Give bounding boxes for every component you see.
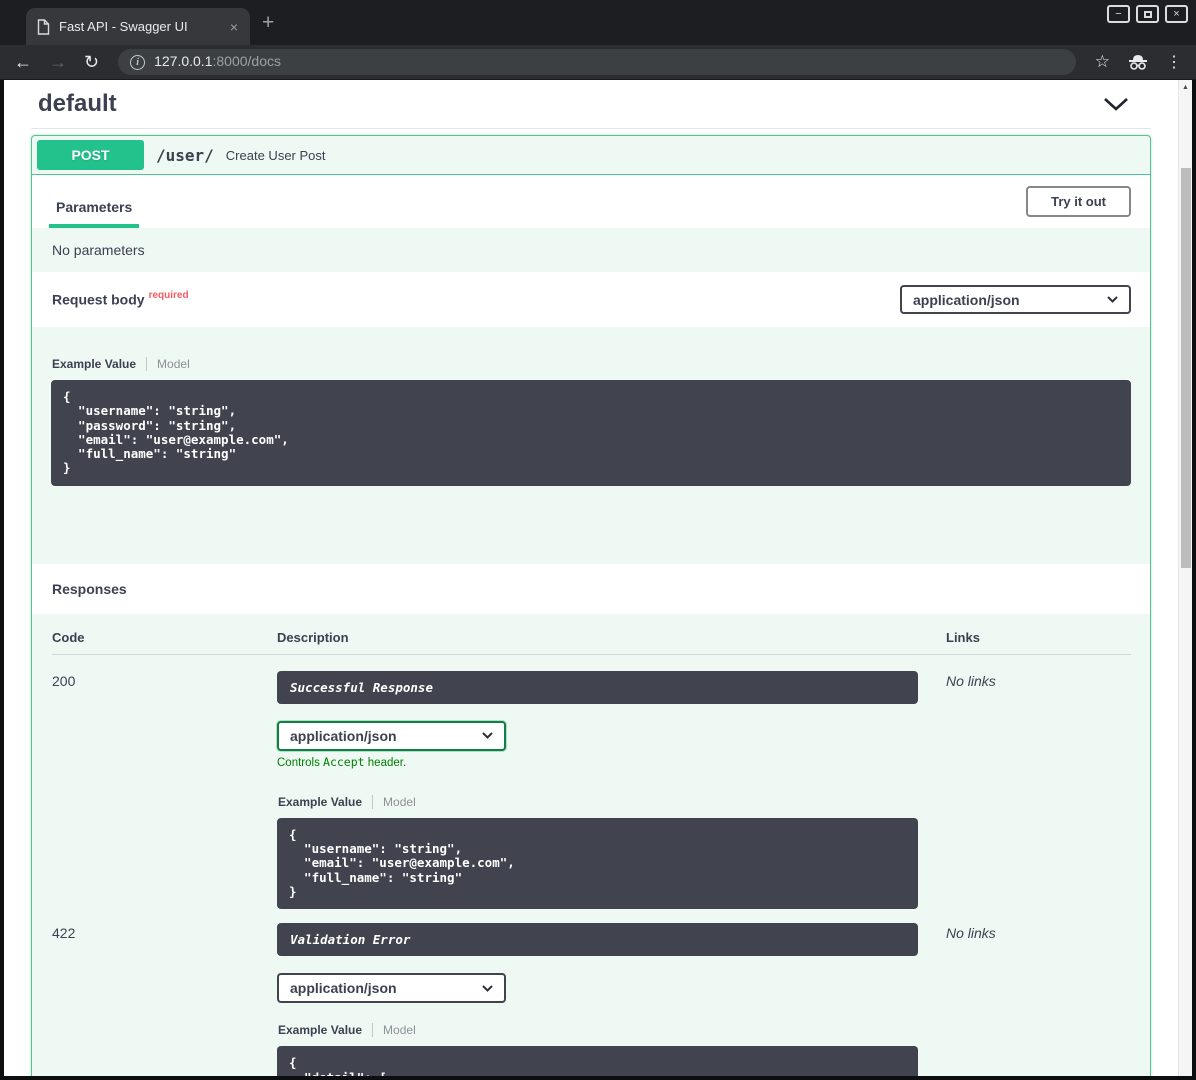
column-header-code: Code — [52, 630, 277, 654]
try-it-out-button[interactable]: Try it out — [1026, 186, 1131, 217]
tab-model[interactable]: Model — [373, 795, 416, 809]
collapse-chevron-icon[interactable] — [1103, 97, 1129, 111]
kebab-menu-icon[interactable]: ⋮ — [1166, 52, 1182, 72]
response-422-example-json: { "detail": [ — [277, 1046, 918, 1076]
response-422-media-type-select[interactable]: application/json — [277, 973, 506, 1003]
method-badge: POST — [37, 140, 144, 170]
window-controls: − × — [1107, 5, 1188, 23]
scrollbar-up-arrow-icon[interactable]: ▲ — [1179, 80, 1192, 95]
tab-example-value[interactable]: Example Value — [52, 357, 147, 371]
scrollbar[interactable]: ▲ — [1178, 80, 1192, 1076]
column-header-links: Links — [946, 630, 1131, 654]
browser-window: Fast API - Swagger UI × + − × ← → ↻ i 12… — [0, 0, 1196, 1080]
operation-path: /user/ — [156, 146, 214, 165]
example-tabs: Example Value Model — [278, 1023, 918, 1037]
tab-example-value[interactable]: Example Value — [278, 1023, 373, 1037]
response-code-200: 200 — [52, 671, 277, 909]
controls-accept-note: Controls Accept header. — [277, 755, 918, 769]
request-body-title: Request body — [52, 291, 145, 307]
section-title: default — [38, 90, 117, 118]
response-200-media-type-value: application/json — [290, 728, 397, 744]
url-host: 127.0.0.1 — [154, 53, 212, 69]
back-arrow-icon[interactable]: ← — [14, 53, 32, 71]
response-200-description: Successful Response — [277, 671, 918, 704]
column-header-description: Description — [277, 630, 946, 654]
parameters-header: Parameters Try it out — [32, 175, 1150, 228]
browser-tab[interactable]: Fast API - Swagger UI × — [26, 8, 250, 45]
browser-toolbar: ← → ↻ i 127.0.0.1:8000/docs ☆ ⋮ — [0, 45, 1196, 80]
request-media-type-select[interactable]: application/json — [900, 285, 1131, 314]
section-divider — [31, 128, 1151, 129]
tag-section-header[interactable]: default — [31, 86, 1151, 118]
chevron-down-icon — [482, 732, 493, 739]
bookmark-star-icon[interactable]: ☆ — [1095, 52, 1110, 72]
request-example-json: { "username": "string", "password": "str… — [51, 380, 1131, 486]
forward-arrow-icon[interactable]: → — [49, 53, 67, 71]
response-422-media-type-value: application/json — [290, 980, 397, 996]
example-tabs: Example Value Model — [278, 795, 918, 809]
example-tabs: Example Value Model — [52, 357, 1131, 371]
document-favicon-icon — [36, 19, 50, 35]
responses-table: Code Description Links 200 Successful Re… — [32, 614, 1150, 1076]
table-divider — [52, 654, 1131, 655]
incognito-icon — [1127, 54, 1149, 70]
request-media-type-value: application/json — [913, 292, 1020, 308]
operation-summary: Create User Post — [226, 148, 326, 163]
swagger-page: default POST /user/ Create User Post Par — [4, 80, 1178, 1076]
response-200-links: No links — [946, 671, 1131, 909]
request-example-area: Example Value Model { "username": "strin… — [32, 327, 1150, 564]
response-200-media-type-select[interactable]: application/json — [277, 721, 506, 751]
required-badge: required — [149, 290, 189, 301]
tab-model[interactable]: Model — [147, 357, 190, 371]
chevron-down-icon — [482, 985, 493, 992]
tab-example-value[interactable]: Example Value — [278, 795, 373, 809]
close-button[interactable]: × — [1165, 5, 1188, 23]
reload-icon[interactable]: ↻ — [84, 53, 99, 71]
url-path: :8000/docs — [212, 53, 281, 69]
minimize-button[interactable]: − — [1107, 5, 1130, 23]
responses-title: Responses — [32, 564, 1150, 614]
new-tab-button[interactable]: + — [262, 11, 274, 35]
titlebar: Fast API - Swagger UI × + − × — [0, 0, 1196, 45]
tab-parameters[interactable]: Parameters — [49, 187, 139, 228]
opblock-summary[interactable]: POST /user/ Create User Post — [32, 136, 1150, 175]
request-body-row: Request body required application/json — [32, 272, 1150, 327]
response-422-links: No links — [946, 923, 1131, 1076]
response-422-description-cell: Validation Error application/json — [277, 923, 946, 1076]
opblock-post-user: POST /user/ Create User Post Parameters … — [31, 135, 1151, 1076]
page-info-icon[interactable]: i — [130, 55, 145, 70]
page-viewport: ▲ default POST /user/ Create User Pos — [4, 80, 1192, 1076]
chevron-down-icon — [1107, 296, 1118, 303]
response-422-description: Validation Error — [277, 923, 918, 956]
response-200-description-cell: Successful Response application/json Con… — [277, 671, 946, 909]
tab-model[interactable]: Model — [373, 1023, 416, 1037]
response-code-422: 422 — [52, 923, 277, 1076]
maximize-icon — [1144, 11, 1152, 18]
tab-title: Fast API - Swagger UI — [59, 19, 219, 34]
response-200-example-json: { "username": "string", "email": "user@e… — [277, 818, 918, 909]
maximize-button[interactable] — [1136, 5, 1159, 23]
scrollbar-thumb[interactable] — [1181, 168, 1191, 568]
no-parameters-message: No parameters — [32, 228, 1150, 272]
address-bar[interactable]: i 127.0.0.1:8000/docs — [118, 49, 1076, 75]
tab-close-icon[interactable]: × — [228, 20, 240, 34]
